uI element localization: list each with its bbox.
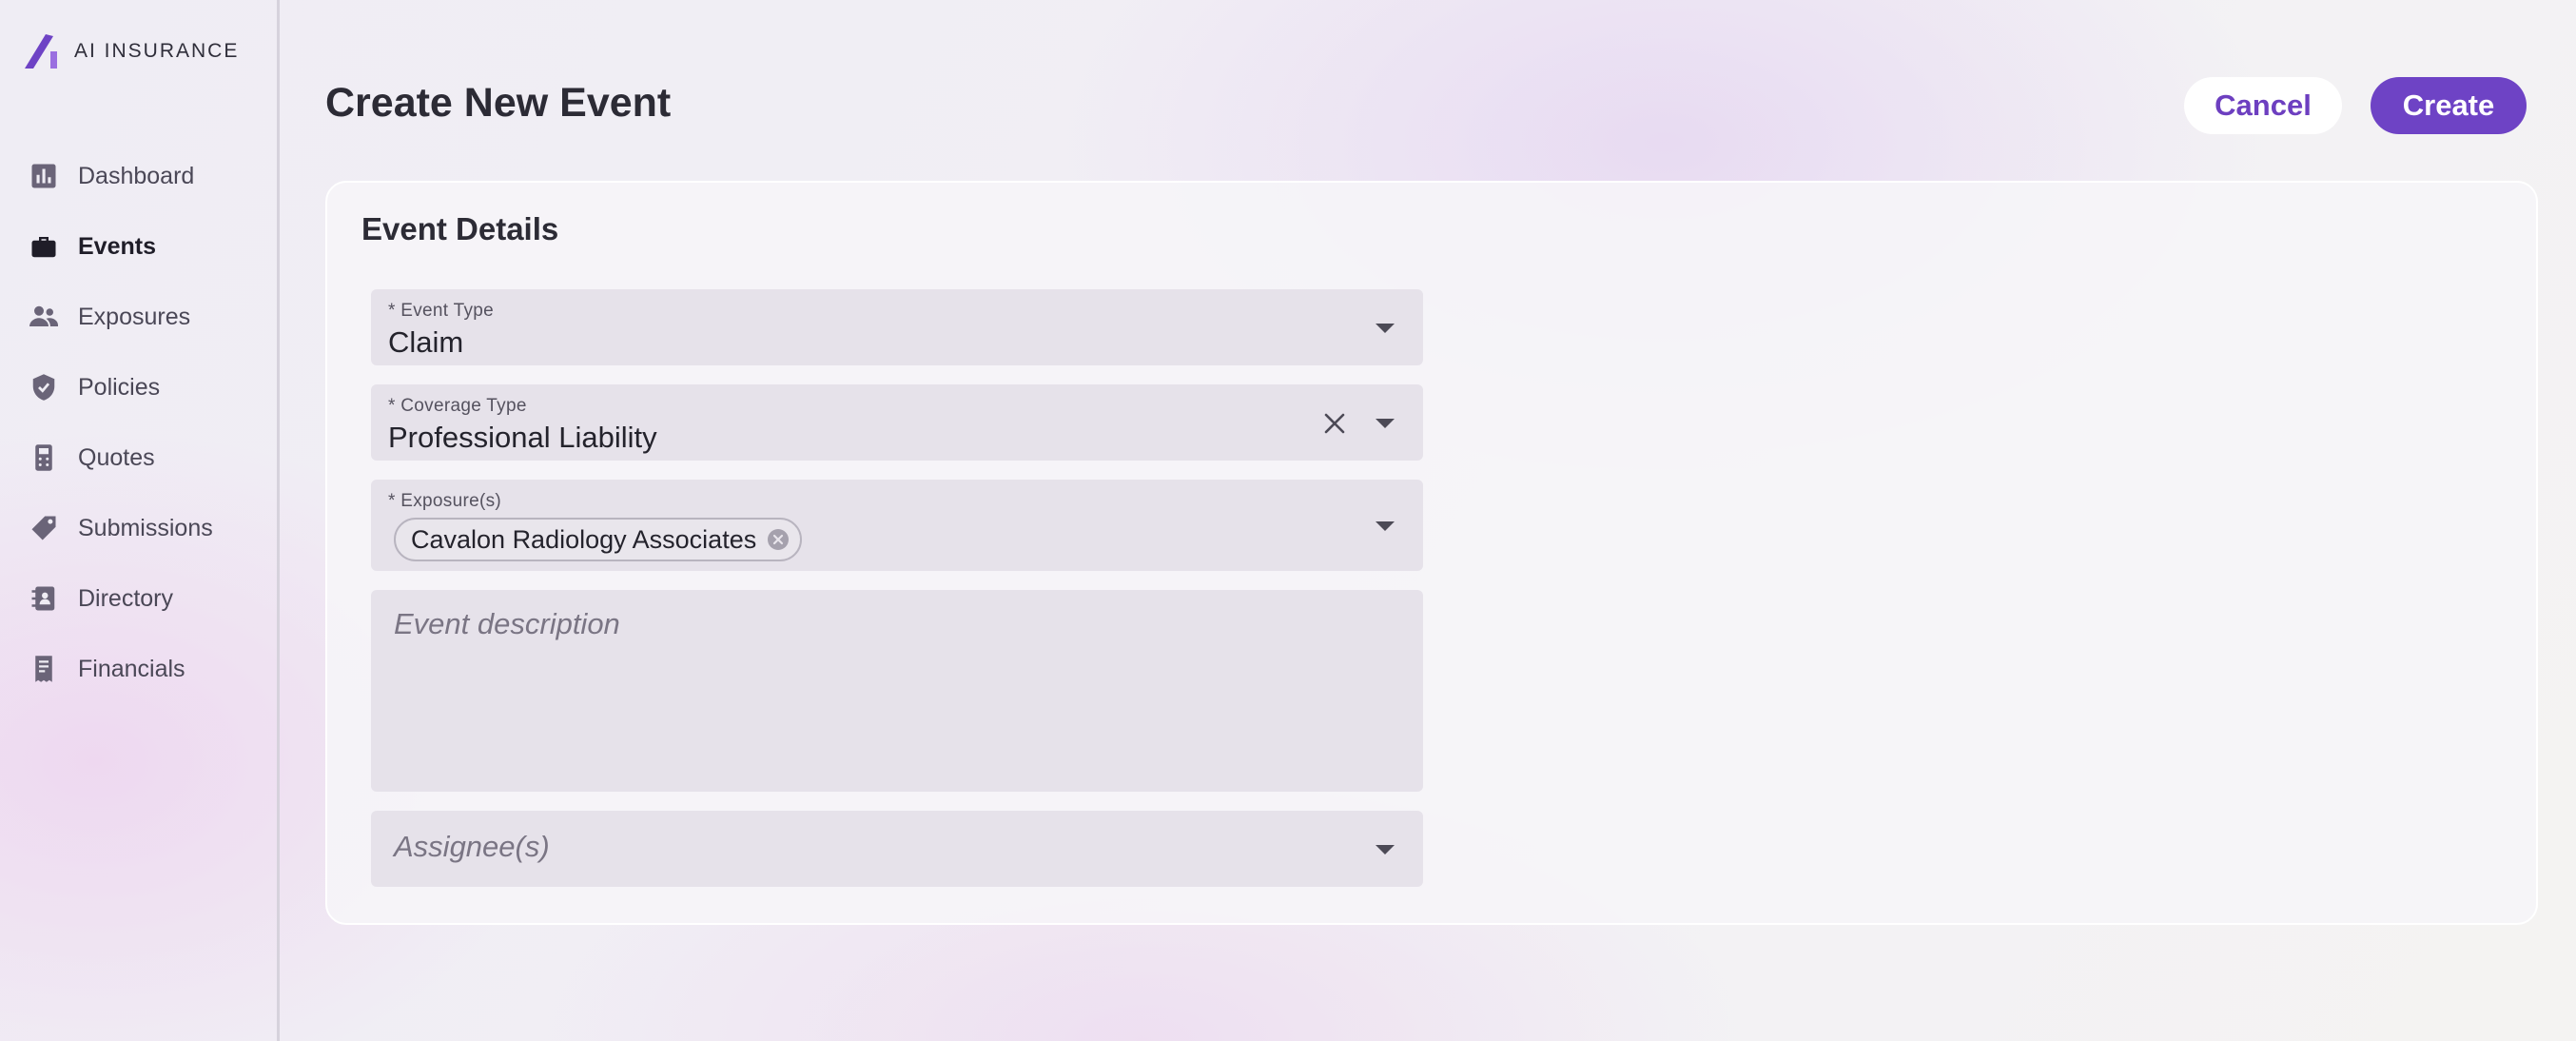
logo-mark-icon (25, 34, 57, 69)
contact-book-icon (29, 583, 59, 614)
sidebar-item-quotes[interactable]: Quotes (0, 422, 276, 493)
sidebar-item-policies[interactable]: Policies (0, 352, 276, 422)
chip-remove-icon[interactable] (766, 527, 790, 552)
sidebar-item-submissions[interactable]: Submissions (0, 493, 276, 563)
sidebar-item-dashboard[interactable]: Dashboard (0, 141, 276, 211)
event-type-label: * Event Type (388, 301, 494, 321)
sidebar-item-label: Financials (78, 655, 185, 682)
sidebar-item-directory[interactable]: Directory (0, 563, 276, 634)
briefcase-icon (29, 231, 59, 262)
chevron-down-icon[interactable] (1376, 419, 1395, 428)
chevron-down-icon[interactable] (1376, 845, 1395, 854)
exposure-chip-label: Cavalon Radiology Associates (411, 524, 757, 554)
sidebar-item-label: Directory (78, 584, 174, 612)
sidebar-item-label: Quotes (78, 443, 155, 471)
sidebar-item-events[interactable]: Events (0, 211, 276, 282)
sidebar-item-label: Exposures (78, 303, 191, 330)
card-title: Event Details (361, 211, 559, 246)
coverage-type-value: Professional Liability (388, 421, 657, 454)
exposures-select[interactable]: * Exposure(s) Cavalon Radiology Associat… (371, 480, 1423, 571)
assignees-select[interactable]: Assignee(s) (371, 811, 1423, 887)
chevron-down-icon[interactable] (1376, 521, 1395, 531)
sidebar-item-financials[interactable]: Financials (0, 634, 276, 704)
receipt-icon (29, 654, 59, 684)
tag-icon (29, 513, 59, 543)
create-button[interactable]: Create (2371, 77, 2527, 134)
event-type-select[interactable]: * Event Type Claim (371, 289, 1423, 365)
people-icon (29, 302, 59, 332)
coverage-type-label: * Coverage Type (388, 396, 527, 416)
exposure-chip[interactable]: Cavalon Radiology Associates (394, 518, 803, 561)
calculator-icon (29, 442, 59, 473)
logo[interactable]: AI INSURANCE (25, 32, 239, 70)
bar-chart-icon (29, 161, 59, 191)
logo-text: AI INSURANCE (74, 40, 240, 62)
sidebar-item-label: Events (78, 232, 156, 260)
sidebar-nav: Dashboard Events Exposures Policies Quot… (0, 141, 276, 704)
event-details-card: Event Details * Event Type Claim * Cover… (325, 181, 2538, 925)
exposures-label: * Exposure(s) (388, 491, 501, 511)
chevron-down-icon[interactable] (1376, 324, 1395, 333)
sidebar-item-label: Policies (78, 373, 161, 401)
clear-icon[interactable] (1320, 409, 1349, 438)
cancel-button[interactable]: Cancel (2184, 77, 2342, 134)
shield-check-icon (29, 372, 59, 403)
event-description-textarea[interactable] (371, 590, 1423, 792)
sidebar: AI INSURANCE Dashboard Events Exposures … (0, 0, 280, 1041)
sidebar-item-exposures[interactable]: Exposures (0, 282, 276, 352)
coverage-type-select[interactable]: * Coverage Type Professional Liability (371, 384, 1423, 461)
assignees-placeholder: Assignee(s) (394, 830, 550, 863)
event-type-value: Claim (388, 325, 464, 359)
page-title: Create New Event (325, 80, 672, 126)
sidebar-item-label: Submissions (78, 514, 213, 541)
sidebar-item-label: Dashboard (78, 162, 195, 189)
